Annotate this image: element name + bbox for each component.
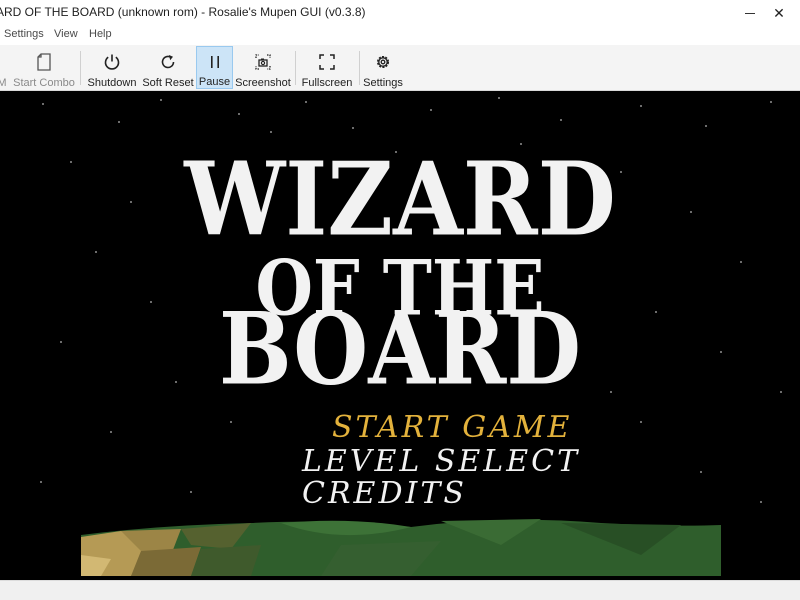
start-combo-button[interactable]: Start Combo [12, 46, 76, 89]
settings-label: Settings [363, 77, 403, 89]
document-icon [33, 51, 55, 73]
menu-credits[interactable]: CREDITS [302, 479, 467, 509]
screenshot-button[interactable]: Screenshot [235, 46, 291, 89]
screenshot-icon [252, 51, 274, 73]
toolbar-separator [295, 51, 296, 85]
window-title: ARD OF THE BOARD (unknown rom) - Rosalie… [0, 5, 366, 19]
menu-help[interactable]: Help [89, 28, 112, 40]
fullscreen-button[interactable]: Fullscreen [300, 46, 354, 89]
close-icon: ✕ [773, 4, 785, 21]
pause-icon [204, 52, 226, 72]
toolbar: M Start Combo Shutdown Soft Reset Pause [0, 45, 800, 91]
reset-icon [157, 51, 179, 73]
title-bar: ARD OF THE BOARD (unknown rom) - Rosalie… [0, 0, 800, 26]
screenshot-label: Screenshot [235, 77, 291, 89]
game-viewport[interactable]: WIZARD OF THE BOARD START GAME LEVEL SEL… [0, 91, 800, 580]
status-bar [0, 580, 800, 600]
toolbar-partial-button[interactable]: M [0, 46, 8, 89]
menu-bar: Settings View Help [0, 26, 800, 45]
logo-line-1: WIZARD [184, 140, 616, 260]
soft-reset-button[interactable]: Soft Reset [142, 46, 194, 89]
menu-level-select[interactable]: LEVEL SELECT [302, 447, 580, 477]
fullscreen-icon [316, 51, 338, 73]
settings-button[interactable]: Settings [362, 46, 404, 89]
shutdown-button[interactable]: Shutdown [85, 46, 139, 89]
fullscreen-label: Fullscreen [301, 77, 353, 89]
menu-settings[interactable]: Settings [4, 28, 44, 40]
pause-button[interactable]: Pause [196, 46, 233, 89]
ground-terrain [81, 519, 721, 576]
toolbar-partial-label: M [0, 77, 7, 89]
shutdown-label: Shutdown [87, 77, 137, 89]
gear-icon [372, 51, 394, 73]
logo-line-3: BOARD [219, 291, 581, 408]
menu-start-game[interactable]: START GAME [332, 413, 572, 443]
pause-label: Pause [198, 76, 231, 88]
minimize-icon [745, 12, 755, 14]
close-button[interactable]: ✕ [758, 0, 800, 26]
soft-reset-label: Soft Reset [142, 77, 194, 89]
start-combo-label: Start Combo [13, 77, 75, 89]
toolbar-separator [359, 51, 360, 85]
power-icon [101, 51, 123, 73]
menu-view[interactable]: View [54, 28, 78, 40]
toolbar-separator [80, 51, 81, 85]
